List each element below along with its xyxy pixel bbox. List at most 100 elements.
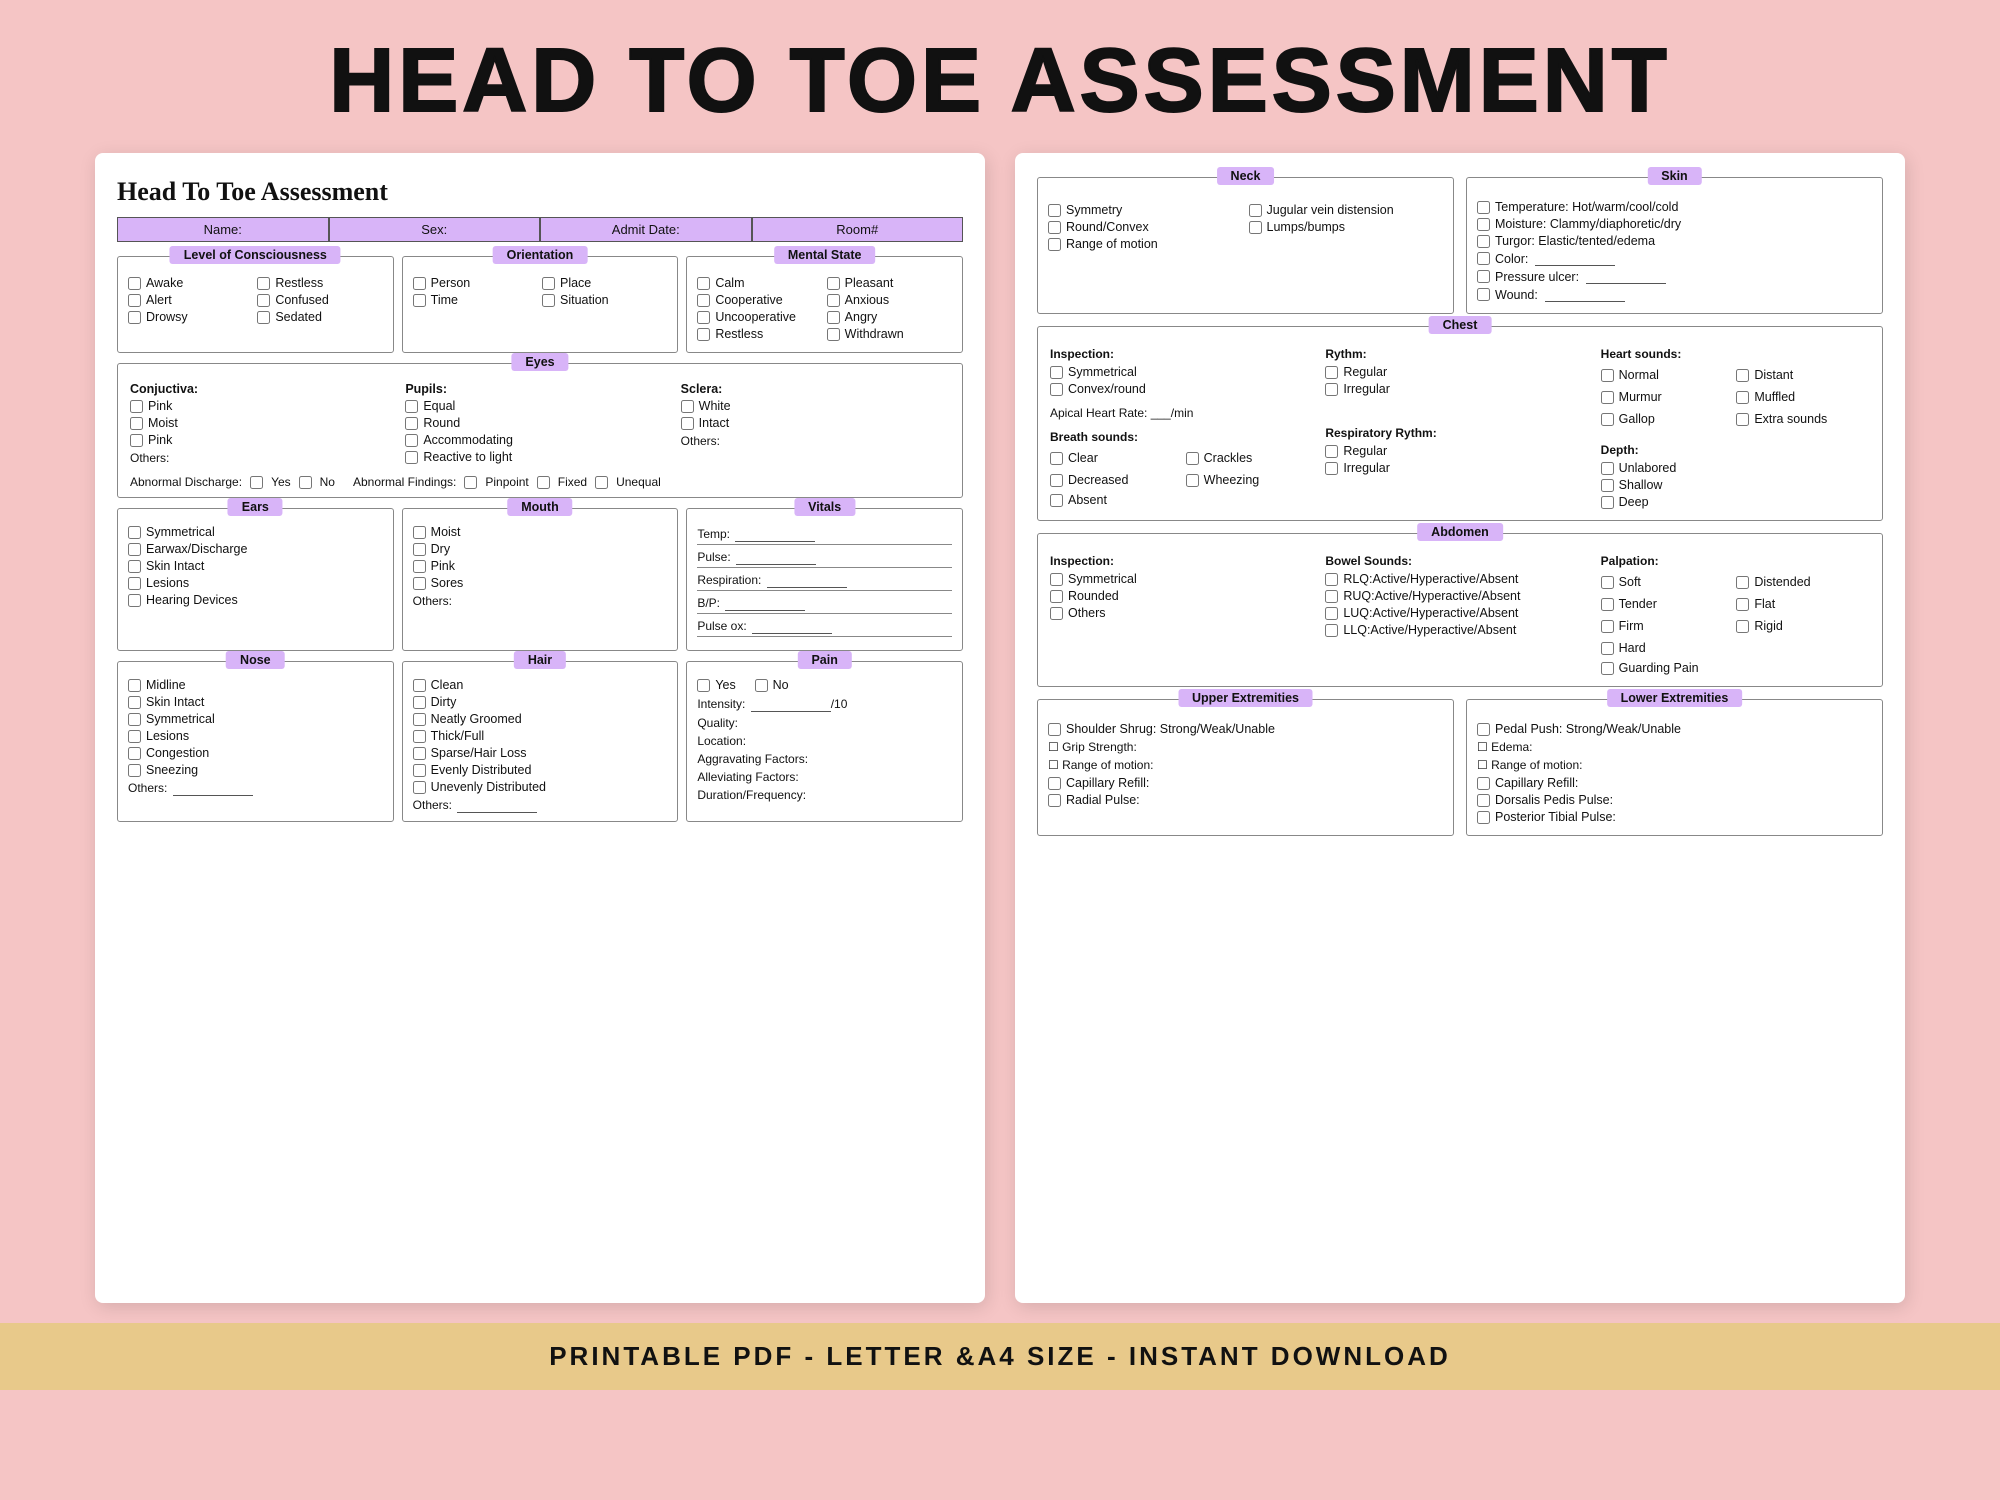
palp-flat: Flat [1736, 597, 1870, 611]
abnormal-discharge-label: Abnormal Discharge: [130, 475, 242, 489]
bowel-sounds-col: Bowel Sounds: RLQ:Active/Hyperactive/Abs… [1325, 554, 1594, 678]
palpation-label: Palpation: [1601, 554, 1870, 568]
nose-hair-pain: Nose Midline Skin Intact Symmetrical Les… [117, 661, 963, 822]
lower-edema: ☐ Edema: [1477, 740, 1872, 754]
vitals-pulseox-value[interactable] [752, 619, 832, 634]
vitals-resp-value[interactable] [767, 573, 847, 588]
ears-skin: Skin Intact [128, 559, 383, 573]
header-name: Name: [117, 217, 329, 242]
palp-guarding: Guarding Pain [1601, 661, 1870, 675]
orient-time: Time [413, 293, 538, 307]
nose-skin: Skin Intact [128, 695, 383, 709]
vitals-bp: B/P: [697, 596, 952, 614]
hair-others: Others: [413, 798, 668, 813]
mouth-others: Others: [413, 594, 668, 608]
nose-symm: Symmetrical [128, 712, 383, 726]
findings-unequal: Unequal [616, 475, 661, 489]
pupils-equal: Equal [405, 399, 674, 413]
abnormal-findings-label: Abnormal Findings: [353, 475, 456, 489]
palp-soft: Soft [1601, 575, 1735, 589]
nose-label: Nose [226, 651, 285, 669]
loc-sedated: Sedated [257, 310, 382, 324]
hair-evenly: Evenly Distributed [413, 763, 668, 777]
heart-extra: Extra sounds [1736, 412, 1870, 426]
findings-fixed-cb[interactable] [537, 476, 550, 489]
abdomen-label: Abdomen [1417, 523, 1503, 541]
conjunctiva-label: Conjuctiva: [130, 382, 399, 396]
ears-mouth-vitals: Ears Symmetrical Earwax/Discharge Skin I… [117, 508, 963, 651]
findings-fixed: Fixed [558, 475, 587, 489]
palp-rigid: Rigid [1736, 619, 1870, 633]
abnormal-no-cb[interactable] [299, 476, 312, 489]
ms-angry: Angry [827, 310, 952, 324]
breath-wheezing: Wheezing [1186, 473, 1320, 487]
page-1: Head To Toe Assessment Name: Sex: Admit … [95, 153, 985, 1303]
lower-extremities-section: Lower Extremities Pedal Push: Strong/Wea… [1466, 699, 1883, 836]
hair-dirty: Dirty [413, 695, 668, 709]
hair-sparse: Sparse/Hair Loss [413, 746, 668, 760]
mouth-moist: Moist [413, 525, 668, 539]
lower-posterior: Posterior Tibial Pulse: [1477, 810, 1872, 824]
orient-situation: Situation [542, 293, 667, 307]
vitals-resp: Respiration: [697, 573, 952, 591]
abnormal-yes-cb[interactable] [250, 476, 263, 489]
breath-sounds-col: Breath sounds: Clear Crackles Decreased … [1050, 430, 1319, 507]
breath-label: Breath sounds: [1050, 430, 1319, 444]
depth-unlabored: Unlabored [1601, 461, 1870, 475]
nose-others: Others: [128, 781, 383, 796]
abd-others: Others [1050, 606, 1319, 620]
abd-inspection-label: Inspection: [1050, 554, 1319, 568]
skin-section: Skin Temperature: Hot/warm/cool/cold Moi… [1466, 177, 1883, 314]
orientation-label: Orientation [493, 246, 588, 264]
vitals-bp-value[interactable] [725, 596, 805, 611]
ears-symmetrical: Symmetrical [128, 525, 383, 539]
bowel-luq: LUQ:Active/Hyperactive/Absent [1325, 606, 1594, 620]
abnormal-row: Abnormal Discharge: Yes No Abnormal Find… [130, 475, 950, 489]
main-title: HEAD TO TOE ASSESSMENT [329, 0, 1671, 153]
hair-label: Hair [514, 651, 566, 669]
pain-duration: Duration/Frequency: [697, 788, 952, 802]
findings-pinpoint: Pinpoint [485, 475, 528, 489]
pain-aggravating: Aggravating Factors: [697, 752, 952, 766]
conj-moist: Moist [130, 416, 399, 430]
upper-extremities-label: Upper Extremities [1178, 689, 1313, 707]
mouth-sores: Sores [413, 576, 668, 590]
heart-gallop: Gallop [1601, 412, 1735, 426]
pain-intensity: Intensity: /10 [697, 697, 952, 712]
mouth-label: Mouth [507, 498, 572, 516]
rythm-regular: Regular [1325, 365, 1594, 379]
mental-state-label: Mental State [774, 246, 876, 264]
loc-section: Level of Consciousness Awake Alert Drows… [117, 256, 394, 353]
ears-hearing: Hearing Devices [128, 593, 383, 607]
heart-distant: Distant [1736, 368, 1870, 382]
vitals-pulseox: Pulse ox: [697, 619, 952, 637]
neck-section: Neck Symmetry Round/Convex Range of moti… [1037, 177, 1454, 314]
depth-deep: Deep [1601, 495, 1870, 509]
findings-pinpoint-cb[interactable] [464, 476, 477, 489]
breath-crackles: Crackles [1186, 451, 1320, 465]
abnormal-yes: Yes [271, 475, 291, 489]
vitals-temp-value[interactable] [735, 527, 815, 542]
loc-confused: Confused [257, 293, 382, 307]
ms-calm: Calm [697, 276, 822, 290]
pain-alleviating: Alleviating Factors: [697, 770, 952, 784]
palpation-col: Palpation: Soft Distended Tender Flat Fi… [1601, 554, 1870, 678]
upper-capillary: Capillary Refill: [1048, 776, 1443, 790]
ears-lesions: Lesions [128, 576, 383, 590]
header-room: Room# [752, 217, 964, 242]
chest-symm: Symmetrical [1050, 365, 1319, 379]
loc-restless: Restless [257, 276, 382, 290]
extremities-row: Upper Extremities Shoulder Shrug: Strong… [1037, 699, 1883, 836]
abd-symm: Symmetrical [1050, 572, 1319, 586]
chest-convex: Convex/round [1050, 382, 1319, 396]
mental-state-section: Mental State Calm Cooperative Uncooperat… [686, 256, 963, 353]
chest-section: Chest Inspection: Symmetrical Convex/rou… [1037, 326, 1883, 521]
ears-earwax: Earwax/Discharge [128, 542, 383, 556]
depth-label: Depth: [1601, 443, 1870, 457]
vitals-pulse-value[interactable] [736, 550, 816, 565]
findings-unequal-cb[interactable] [595, 476, 608, 489]
eyes-label: Eyes [511, 353, 568, 371]
pupils-col: Pupils: Equal Round Accommodating Reacti… [405, 382, 674, 467]
heart-normal: Normal [1601, 368, 1735, 382]
pupils-label: Pupils: [405, 382, 674, 396]
